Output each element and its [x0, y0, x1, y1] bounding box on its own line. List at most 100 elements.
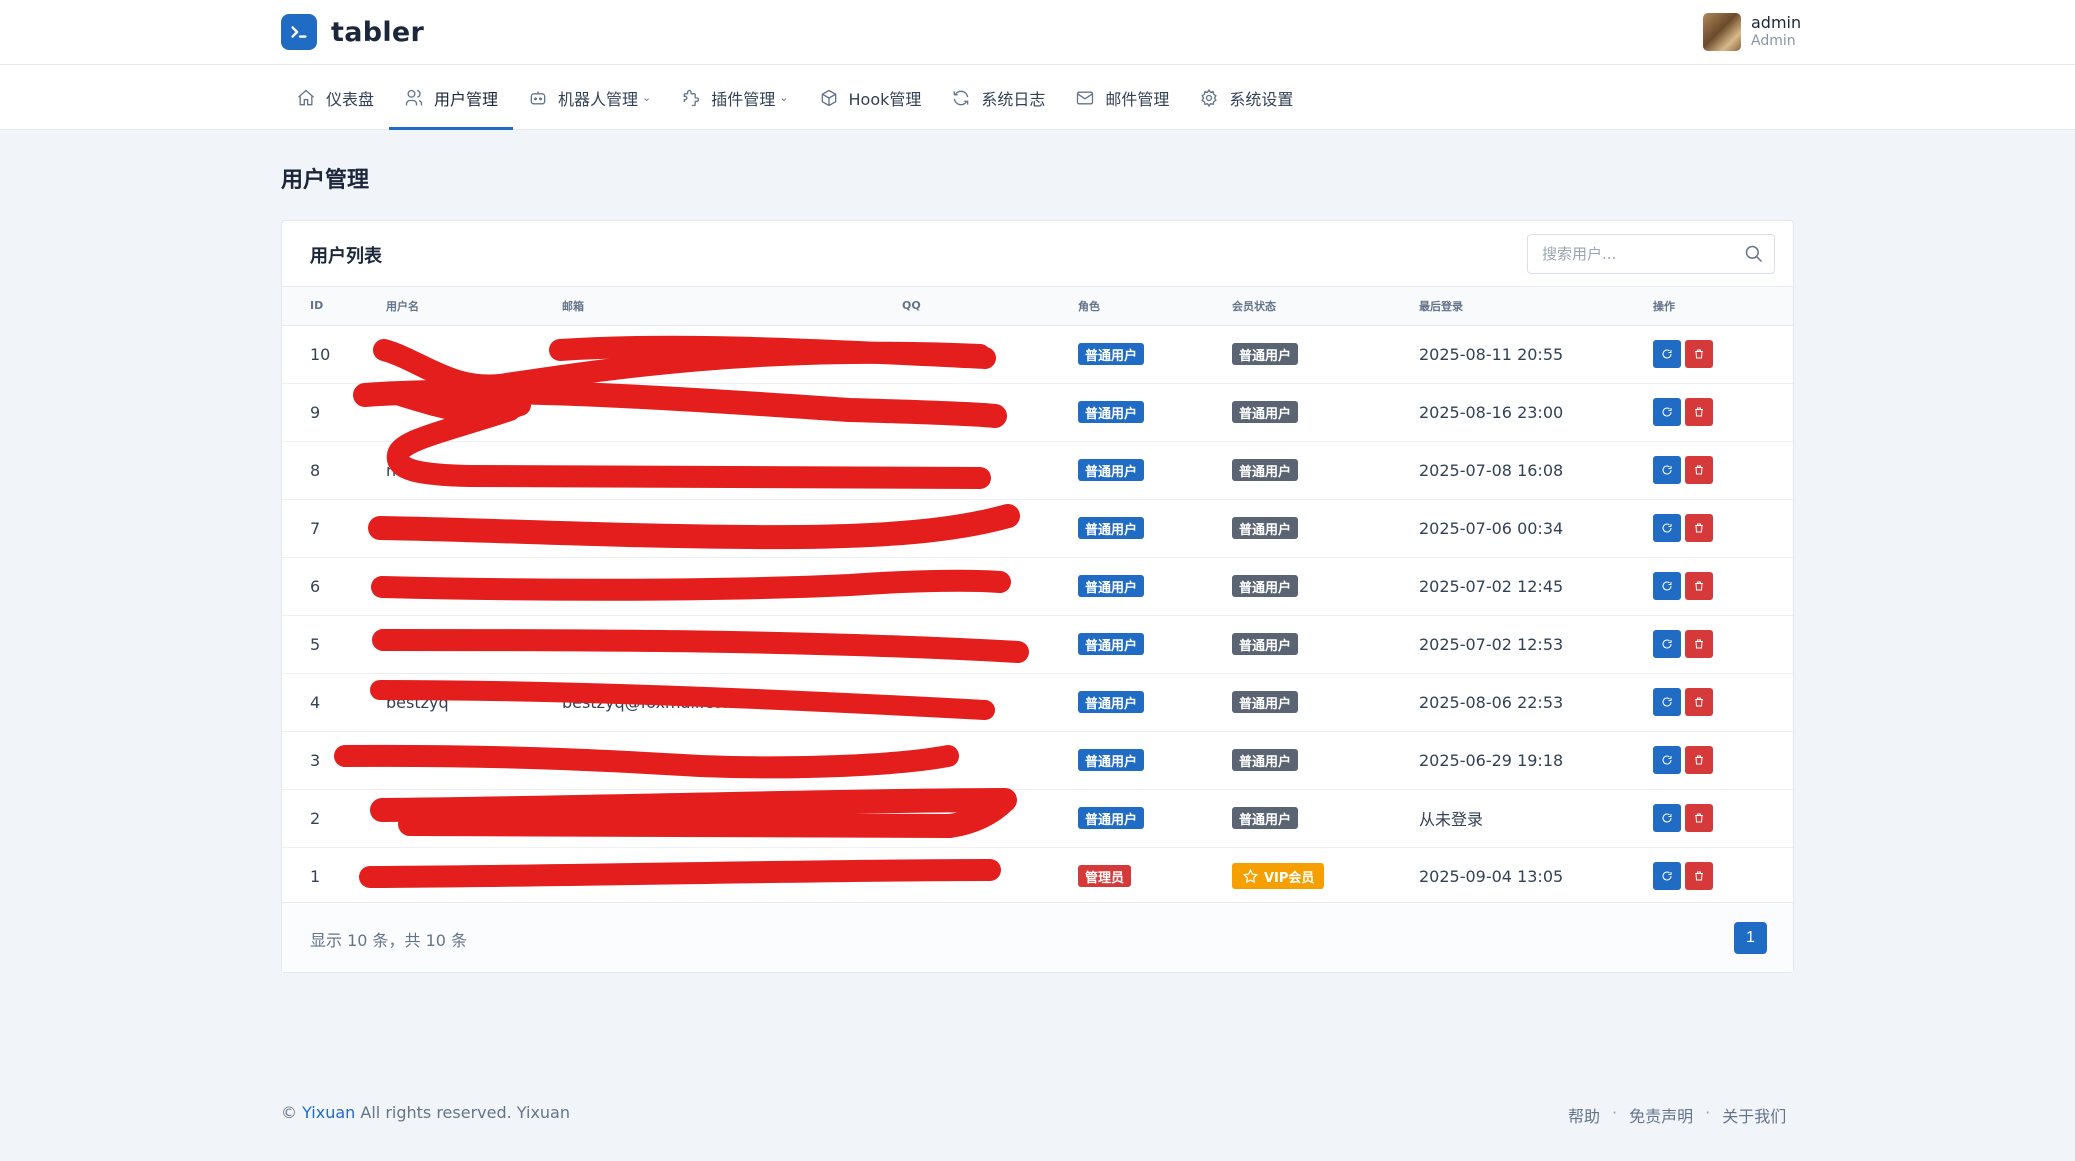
cell-username	[386, 789, 562, 848]
refresh-icon	[1662, 871, 1672, 881]
page-title: 用户管理	[281, 168, 370, 193]
edit-button[interactable]	[1653, 514, 1681, 542]
nav-item-users[interactable]: 用户管理	[389, 65, 514, 130]
table-row: 1 管理员 VIP会员 2025-09-04 13:05	[282, 847, 1793, 906]
page-button-current[interactable]: 1	[1734, 922, 1767, 954]
nav-label: 系统日志	[981, 89, 1046, 109]
footer-link-disclaimer[interactable]: 免责声明	[1629, 1103, 1693, 1127]
cell-id: 5	[282, 615, 386, 674]
user-table: ID 用户名 邮箱 QQ 角色 会员状态 最后登录 操作 10 4 普通用户 普…	[282, 287, 1793, 906]
cell-id: 8	[282, 441, 386, 500]
column-header-email[interactable]: 邮箱	[562, 287, 902, 326]
users-icon	[405, 89, 423, 105]
delete-button[interactable]	[1685, 572, 1713, 600]
nav-item-dashboard[interactable]: 仪表盘	[281, 65, 389, 130]
delete-button[interactable]	[1685, 340, 1713, 368]
column-header-username[interactable]: 用户名	[386, 287, 562, 326]
refresh-icon	[954, 90, 969, 105]
cell-last-login: 2025-08-06 22:53	[1419, 673, 1653, 732]
cell-qq	[902, 441, 1078, 500]
column-header-qq[interactable]: QQ	[902, 287, 1078, 326]
edit-button[interactable]	[1653, 746, 1681, 774]
cell-id: 1	[282, 847, 386, 906]
role-badge: 普通用户	[1078, 749, 1145, 771]
refresh-icon	[1662, 581, 1672, 591]
search-input[interactable]	[1528, 235, 1774, 273]
trash-icon	[1695, 581, 1703, 591]
cell-last-login: 2025-07-08 16:08	[1419, 441, 1653, 500]
footer-links: 帮助 · 免责声明 · 关于我们	[1568, 1103, 1786, 1127]
edit-button[interactable]	[1653, 340, 1681, 368]
role-badge: 普通用户	[1078, 517, 1145, 539]
edit-button[interactable]	[1653, 804, 1681, 832]
nav-item-settings[interactable]: 系统设置	[1184, 65, 1308, 130]
column-header-last-login[interactable]: 最后登录	[1419, 287, 1653, 326]
cell-qq	[902, 615, 1078, 674]
edit-button[interactable]	[1653, 572, 1681, 600]
trash-icon	[1695, 871, 1703, 881]
cell-qq	[902, 499, 1078, 558]
nav-item-hooks[interactable]: Hook管理	[804, 65, 937, 130]
robot-icon	[530, 90, 546, 104]
cell-last-login: 2025-09-04 13:05	[1419, 847, 1653, 906]
edit-button[interactable]	[1653, 456, 1681, 484]
column-header-member[interactable]: 会员状态	[1232, 287, 1419, 326]
trash-icon	[1695, 407, 1703, 417]
cell-username: bestzyq	[386, 673, 562, 732]
trash-icon	[1695, 697, 1703, 707]
nav-label: 邮件管理	[1105, 89, 1170, 109]
member-badge: 普通用户	[1232, 343, 1299, 365]
delete-button[interactable]	[1685, 456, 1713, 484]
brand[interactable]: tabler	[281, 14, 424, 50]
delete-button[interactable]	[1685, 746, 1713, 774]
cell-email	[562, 731, 902, 790]
footer-link-help[interactable]: 帮助	[1568, 1103, 1600, 1127]
role-badge: 普通用户	[1078, 459, 1145, 481]
trash-icon	[1695, 813, 1703, 823]
nav-label: 用户管理	[434, 89, 499, 109]
search-box	[1527, 234, 1775, 274]
refresh-icon	[1662, 813, 1672, 823]
delete-button[interactable]	[1685, 514, 1713, 542]
nav-item-mail[interactable]: 邮件管理	[1060, 65, 1184, 130]
column-header-id[interactable]: ID	[282, 287, 386, 326]
cell-username	[386, 847, 562, 906]
nav-item-plugins[interactable]: 插件管理 ⌄	[666, 65, 803, 130]
table-row: 2 普通用户 普通用户 从未登录	[282, 789, 1793, 848]
search-icon[interactable]	[1744, 244, 1764, 264]
pagination-summary: 显示 10 条，共 10 条	[310, 931, 468, 950]
user-menu[interactable]: admin Admin	[1703, 13, 1801, 51]
cell-last-login: 2025-08-11 20:55	[1419, 325, 1653, 384]
edit-button[interactable]	[1653, 688, 1681, 716]
nav-label: 机器人管理	[558, 89, 639, 109]
nav-item-logs[interactable]: 系统日志	[936, 65, 1060, 130]
author-link[interactable]: Yixuan	[302, 1103, 355, 1122]
trash-icon	[1695, 639, 1703, 649]
member-badge: 普通用户	[1232, 401, 1299, 423]
nav-item-robots[interactable]: 机器人管理 ⌄	[513, 65, 666, 130]
edit-button[interactable]	[1653, 398, 1681, 426]
cell-email	[562, 325, 902, 384]
table-row: 4 bestzyq bestzyq@foxmail.com 普通用户 普通用户 …	[282, 673, 1793, 732]
table-header-row: ID 用户名 邮箱 QQ 角色 会员状态 最后登录 操作	[282, 287, 1793, 326]
cell-username	[386, 325, 562, 384]
delete-button[interactable]	[1685, 398, 1713, 426]
cell-id: 7	[282, 499, 386, 558]
cell-qq	[902, 557, 1078, 616]
cell-email	[562, 789, 902, 848]
cell-id: 2	[282, 789, 386, 848]
delete-button[interactable]	[1685, 862, 1713, 890]
edit-button[interactable]	[1653, 862, 1681, 890]
member-badge: 普通用户	[1232, 749, 1299, 771]
column-header-role[interactable]: 角色	[1078, 287, 1232, 326]
edit-button[interactable]	[1653, 630, 1681, 658]
delete-button[interactable]	[1685, 804, 1713, 832]
delete-button[interactable]	[1685, 688, 1713, 716]
cell-qq	[902, 847, 1078, 906]
cell-id: 9	[282, 383, 386, 442]
footer-link-about[interactable]: 关于我们	[1722, 1103, 1786, 1127]
main-nav: 仪表盘 用户管理 机器人管理 ⌄ 插件管理 ⌄ Hook管理 系统日志 邮件管理	[0, 65, 2075, 130]
delete-button[interactable]	[1685, 630, 1713, 658]
cell-qq: 4	[902, 325, 1078, 384]
cell-username	[386, 731, 562, 790]
